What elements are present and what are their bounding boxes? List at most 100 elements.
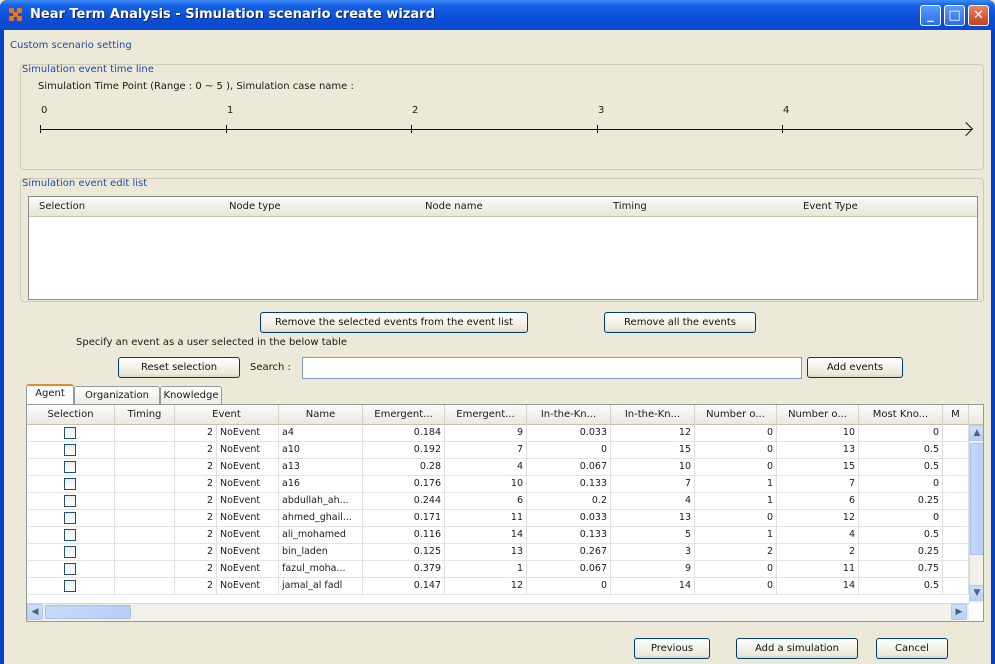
add-simulation-button[interactable]: Add a simulation <box>736 638 858 659</box>
row-checkbox[interactable] <box>64 444 76 456</box>
table-cell-v4: 3 <box>611 544 695 561</box>
column-header-node-type[interactable]: Node type <box>229 201 281 212</box>
timeline-tick <box>782 125 783 133</box>
vertical-scroll-thumb[interactable] <box>970 443 983 555</box>
selection-cell[interactable] <box>27 527 115 544</box>
column-header-number-1[interactable]: Number o... <box>695 405 777 425</box>
scroll-right-icon[interactable]: ▶ <box>951 604 967 620</box>
table-cell-timing <box>115 442 175 459</box>
column-header-in-the-know-2[interactable]: In-the-Kn... <box>611 405 695 425</box>
selection-cell[interactable] <box>27 442 115 459</box>
timeline-group <box>20 64 984 170</box>
table-cell-v2: 1 <box>445 561 527 578</box>
column-header-most-knowledge[interactable]: Most Kno... <box>859 405 943 425</box>
horizontal-scrollbar[interactable]: ◀ ▶ <box>27 603 969 621</box>
column-header-name[interactable]: Name <box>279 405 363 425</box>
tab-agent[interactable]: Agent <box>26 384 74 404</box>
table-row[interactable]: 2 NoEvent ali_mohamed 0.116 14 0.133 5 1 4 0.5 <box>27 527 969 544</box>
column-header-number-2[interactable]: Number o... <box>777 405 859 425</box>
search-input[interactable] <box>302 357 802 379</box>
column-header-selection[interactable]: Selection <box>27 405 115 425</box>
table-cell-v6: 11 <box>777 561 859 578</box>
table-cell-v2: 14 <box>445 527 527 544</box>
table-cell-event-num: 2 <box>175 476 217 493</box>
reset-selection-button[interactable]: Reset selection <box>118 357 240 378</box>
table-cell-v6: 10 <box>777 425 859 442</box>
table-cell-v6: 2 <box>777 544 859 561</box>
selection-cell[interactable] <box>27 544 115 561</box>
table-cell-v6: 15 <box>777 459 859 476</box>
selection-cell[interactable] <box>27 510 115 527</box>
row-checkbox[interactable] <box>64 427 76 439</box>
column-header-event[interactable]: Event <box>175 405 279 425</box>
row-checkbox[interactable] <box>64 563 76 575</box>
table-row[interactable]: 2 NoEvent fazul_moha... 0.379 1 0.067 9 0 11 0.75 <box>27 561 969 578</box>
row-checkbox[interactable] <box>64 478 76 490</box>
selection-cell[interactable] <box>27 578 115 595</box>
table-cell-v6: 7 <box>777 476 859 493</box>
tab-knowledge[interactable]: Knowledge <box>160 386 222 404</box>
table-row[interactable]: 2 NoEvent bin_laden 0.125 13 0.267 3 2 2 0.25 <box>27 544 969 561</box>
scroll-up-icon[interactable]: ▲ <box>969 425 983 441</box>
cancel-button[interactable]: Cancel <box>876 638 948 659</box>
table-cell-name: ahmed_ghail... <box>279 510 363 527</box>
row-checkbox[interactable] <box>64 546 76 558</box>
table-cell-name: a10 <box>279 442 363 459</box>
vertical-scrollbar[interactable]: ▲ ▼ <box>969 425 983 603</box>
remove-selected-events-button[interactable]: Remove the selected events from the even… <box>260 312 528 333</box>
tab-organization[interactable]: Organization <box>74 386 160 404</box>
table-cell-v7: 0.5 <box>859 578 943 595</box>
table-row[interactable]: 2 NoEvent a13 0.28 4 0.067 10 0 15 0.5 <box>27 459 969 476</box>
event-list-header: Selection Node type Node name Timing Eve… <box>29 197 977 217</box>
title-bar[interactable]: Near Term Analysis - Simulation scenario… <box>0 0 995 30</box>
table-cell-v7: 0.25 <box>859 544 943 561</box>
column-header-node-name[interactable]: Node name <box>425 201 483 212</box>
close-button[interactable]: ✕ <box>968 5 989 26</box>
table-cell-event-num: 2 <box>175 425 217 442</box>
row-checkbox[interactable] <box>64 512 76 524</box>
column-header-emergent-2[interactable]: Emergent... <box>445 405 527 425</box>
table-cell-event-num: 2 <box>175 510 217 527</box>
table-cell-v7: 0 <box>859 476 943 493</box>
add-events-button[interactable]: Add events <box>807 357 903 378</box>
row-checkbox[interactable] <box>64 580 76 592</box>
selection-cell[interactable] <box>27 476 115 493</box>
column-header-timing[interactable]: Timing <box>613 201 647 212</box>
table-cell-event: NoEvent <box>217 561 279 578</box>
row-checkbox[interactable] <box>64 529 76 541</box>
horizontal-scroll-thumb[interactable] <box>45 605 131 619</box>
column-header-m[interactable]: M <box>943 405 969 425</box>
table-cell-timing <box>115 527 175 544</box>
selection-cell[interactable] <box>27 493 115 510</box>
event-list-table[interactable]: Selection Node type Node name Timing Eve… <box>28 196 978 300</box>
agent-table[interactable]: Selection Timing Event Name Emergent... … <box>26 404 984 622</box>
minimize-button[interactable]: _ <box>920 5 941 26</box>
table-cell-v2: 4 <box>445 459 527 476</box>
table-row[interactable]: 2 NoEvent jamal_al fadl 0.147 12 0 14 0 14 0.5 <box>27 578 969 595</box>
table-row[interactable]: 2 NoEvent a10 0.192 7 0 15 0 13 0.5 <box>27 442 969 459</box>
maximize-button[interactable]: □ <box>944 5 965 26</box>
table-row[interactable]: 2 NoEvent a4 0.184 9 0.033 12 0 10 0 <box>27 425 969 442</box>
scroll-down-icon[interactable]: ▼ <box>969 585 983 601</box>
selection-cell[interactable] <box>27 459 115 476</box>
column-header-timing[interactable]: Timing <box>115 405 175 425</box>
timeline-point-label: 2 <box>412 105 419 116</box>
row-checkbox[interactable] <box>64 495 76 507</box>
column-header-event-type[interactable]: Event Type <box>803 201 858 212</box>
table-cell-event: NoEvent <box>217 425 279 442</box>
column-header-selection[interactable]: Selection <box>39 201 85 212</box>
selection-cell[interactable] <box>27 425 115 442</box>
previous-button[interactable]: Previous <box>634 638 710 659</box>
table-row[interactable]: 2 NoEvent abdullah_ah... 0.244 6 0.2 4 1 6 0.25 <box>27 493 969 510</box>
table-row[interactable]: 2 NoEvent a16 0.176 10 0.133 7 1 7 0 <box>27 476 969 493</box>
timeline-caption: Simulation Time Point (Range : 0 ~ 5 ), … <box>38 81 354 92</box>
table-row[interactable]: 2 NoEvent ahmed_ghail... 0.171 11 0.033 13 0 12 0 <box>27 510 969 527</box>
row-checkbox[interactable] <box>64 461 76 473</box>
agent-table-header: Selection Timing Event Name Emergent... … <box>27 405 983 425</box>
selection-cell[interactable] <box>27 561 115 578</box>
timeline-tick <box>411 125 412 133</box>
scroll-left-icon[interactable]: ◀ <box>27 604 43 620</box>
column-header-in-the-know-1[interactable]: In-the-Kn... <box>527 405 611 425</box>
column-header-emergent-1[interactable]: Emergent... <box>363 405 445 425</box>
remove-all-events-button[interactable]: Remove all the events <box>604 312 756 333</box>
